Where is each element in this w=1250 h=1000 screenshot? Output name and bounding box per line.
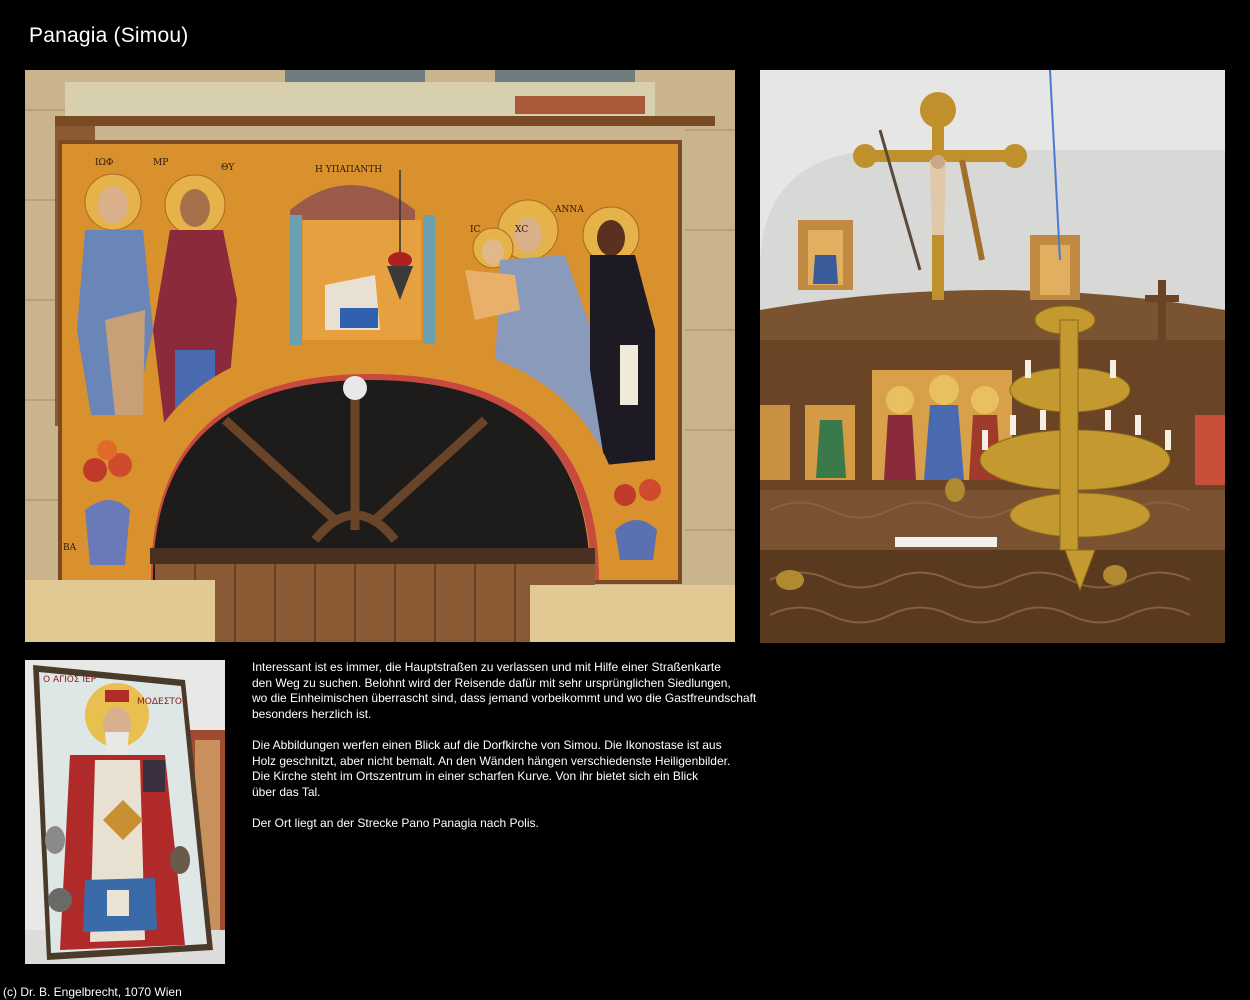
- fresco-inscription-xc: ΧC: [515, 225, 528, 235]
- fresco-inscription-ic: ΙC: [470, 225, 481, 235]
- text-line: den Weg zu suchen. Belohnt wird der Reis…: [252, 675, 731, 690]
- icon-caption-right: ΜΟΔΕΣΤΟΣ: [137, 697, 188, 707]
- text-line: Holz geschnitzt, aber nicht bemalt. An d…: [252, 753, 731, 768]
- fresco-inscription-mr: ΜΡ: [153, 158, 168, 168]
- text-line: über das Tal.: [252, 784, 321, 799]
- page-title: Panagia (Simou): [29, 24, 189, 47]
- paragraph-1: Interessant ist es immer, die Hauptstraß…: [252, 660, 762, 722]
- text-line: besonders herzlich ist.: [252, 706, 372, 721]
- text-line: wo die Einheimischen überrascht sind, da…: [252, 691, 757, 706]
- text-line: Die Abbildungen werfen einen Blick auf d…: [252, 737, 722, 752]
- text-line: Die Kirche steht im Ortszentrum in einer…: [252, 769, 699, 784]
- fresco-inscription-anna: ΑΝΝΑ: [554, 205, 584, 215]
- fresco-inscription-ba: ΒΑ: [63, 543, 77, 553]
- fresco-photo: ΙΩΦ ΜΡ ΘΥ Η ΥΠΑΠΑΝΤΗ ΙC ΧC ΑΝΝΑ ΒΑ: [25, 70, 735, 642]
- saint-icon-photo: Ο ΑΓΙΟΣ ΙΕΡ ΜΟΔΕΣΤΟΣ: [25, 660, 225, 964]
- fresco-inscription-title: Η ΥΠΑΠΑΝΤΗ: [315, 165, 382, 175]
- paragraph-2: Die Abbildungen werfen einen Blick auf d…: [252, 738, 762, 800]
- text-line: Der Ort liegt an der Strecke Pano Panagi…: [252, 815, 539, 830]
- description-text: Interessant ist es immer, die Hauptstraß…: [252, 660, 762, 847]
- text-line: Interessant ist es immer, die Hauptstraß…: [252, 660, 721, 674]
- iconostasis-photo: [760, 70, 1225, 643]
- copyright-footer: (c) Dr. B. Engelbrecht, 1070 Wien: [3, 985, 182, 999]
- fresco-inscription-thy: ΘΥ: [221, 163, 235, 173]
- fresco-inscription-joseph: ΙΩΦ: [95, 158, 113, 168]
- icon-caption-left: Ο ΑΓΙΟΣ ΙΕΡ: [43, 675, 97, 685]
- paragraph-3: Der Ort liegt an der Strecke Pano Panagi…: [252, 816, 762, 832]
